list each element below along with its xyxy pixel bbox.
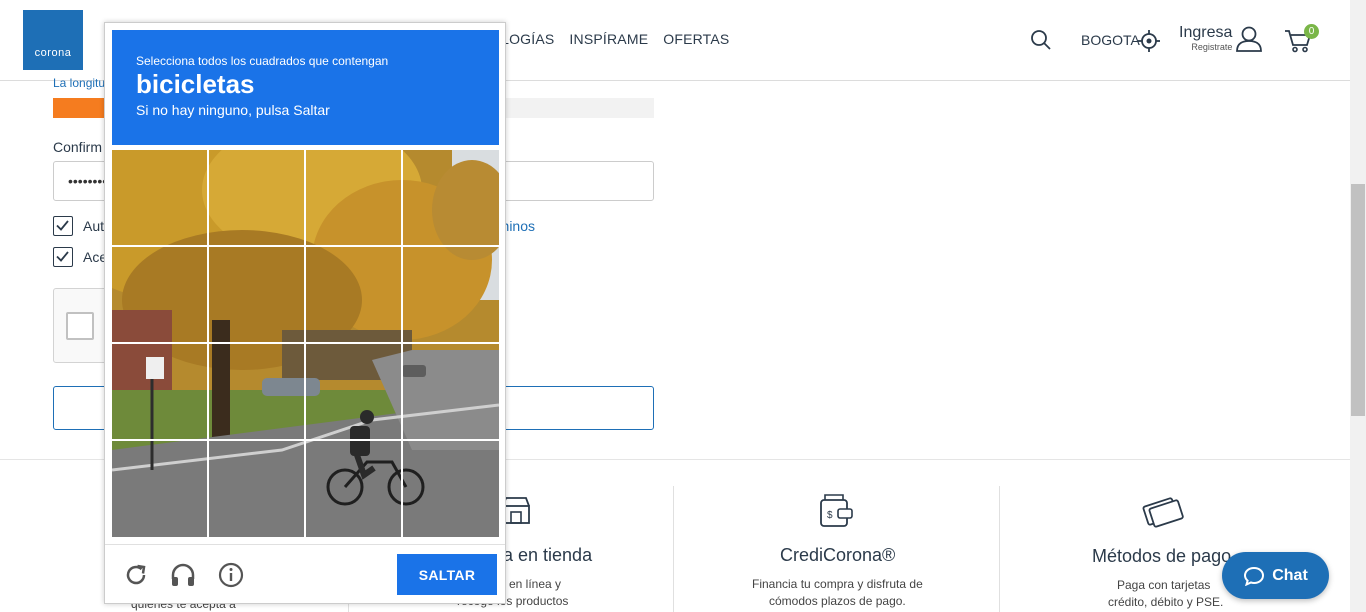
login-label: Ingresa bbox=[1179, 24, 1233, 41]
nav-item-ofertas[interactable]: OFERTAS bbox=[663, 31, 729, 47]
captcha-footer: SALTAR bbox=[105, 544, 505, 604]
feature-sub-credicorona-2: cómodos plazos de pago. bbox=[769, 594, 906, 608]
feature-divider bbox=[673, 486, 674, 612]
check-icon bbox=[56, 251, 69, 262]
page: corona OLOGÍAS INSPÍRAME OFERTAS BOGOTA … bbox=[0, 0, 1366, 612]
feature-sub-pickup-1: en línea y bbox=[509, 577, 562, 591]
corona-logo[interactable]: corona bbox=[23, 10, 83, 70]
password-value: •••••••• bbox=[68, 173, 108, 189]
feature-sub-payment-2: crédito, débito y PSE. bbox=[1108, 595, 1224, 609]
feature-divider bbox=[999, 486, 1000, 612]
location-target-icon[interactable] bbox=[1138, 30, 1160, 52]
grid-lines bbox=[112, 150, 499, 537]
credit-cards-icon bbox=[1142, 497, 1184, 528]
page-scrollbar[interactable] bbox=[1350, 0, 1366, 612]
chat-label: Chat bbox=[1272, 566, 1308, 584]
captcha-instruction: Selecciona todos los cuadrados que conte… bbox=[136, 54, 389, 68]
authorize-checkbox[interactable] bbox=[53, 216, 73, 236]
reload-icon[interactable] bbox=[123, 562, 149, 588]
feature-title-credicorona: CrediCorona® bbox=[780, 545, 896, 565]
captcha-hint: Si no hay ninguno, pulsa Saltar bbox=[136, 101, 330, 118]
accept-checkbox[interactable] bbox=[53, 247, 73, 267]
info-icon[interactable] bbox=[218, 562, 244, 588]
authorize-label: Aut bbox=[83, 218, 105, 234]
captcha-image-grid bbox=[112, 150, 499, 537]
login-link[interactable]: Ingresa Registrate bbox=[1179, 25, 1232, 52]
confirm-password-label: Confirm bbox=[53, 139, 103, 155]
logo-text: corona bbox=[34, 47, 72, 59]
register-label: Registrate bbox=[1191, 42, 1233, 52]
user-icon[interactable] bbox=[1235, 26, 1263, 52]
main-nav: OLOGÍAS INSPÍRAME OFERTAS bbox=[490, 31, 729, 47]
audio-headphones-icon[interactable] bbox=[170, 562, 196, 588]
check-icon bbox=[56, 220, 69, 231]
password-length-hint: La longitud bbox=[53, 76, 112, 90]
recaptcha-checkbox[interactable] bbox=[66, 312, 94, 340]
feature-title-payment-methods: Métodos de pago bbox=[1092, 546, 1232, 566]
cart-count-badge: 0 bbox=[1304, 24, 1319, 39]
credit-wallet-icon: $ bbox=[820, 494, 853, 527]
captcha-target: bicicletas bbox=[136, 69, 255, 99]
feature-sub-payment-1: Paga con tarjetas bbox=[1117, 578, 1211, 592]
search-icon[interactable] bbox=[1030, 29, 1052, 51]
scrollbar-thumb[interactable] bbox=[1351, 184, 1365, 416]
chat-button[interactable]: Chat bbox=[1222, 552, 1329, 599]
captcha-header: Selecciona todos los cuadrados que conte… bbox=[112, 30, 499, 145]
svg-text:$: $ bbox=[827, 510, 833, 521]
feature-title-pickup: a en tienda bbox=[503, 545, 593, 565]
nav-item-inspirame[interactable]: INSPÍRAME bbox=[569, 31, 648, 47]
feature-sub-credicorona-1: Financia tu compra y disfruta de bbox=[752, 577, 923, 591]
skip-button[interactable]: SALTAR bbox=[397, 554, 497, 595]
city-selector[interactable]: BOGOTA bbox=[1081, 32, 1140, 48]
captcha-challenge: Selecciona todos los cuadrados que conte… bbox=[104, 22, 506, 604]
chat-bubble-icon bbox=[1244, 566, 1265, 586]
